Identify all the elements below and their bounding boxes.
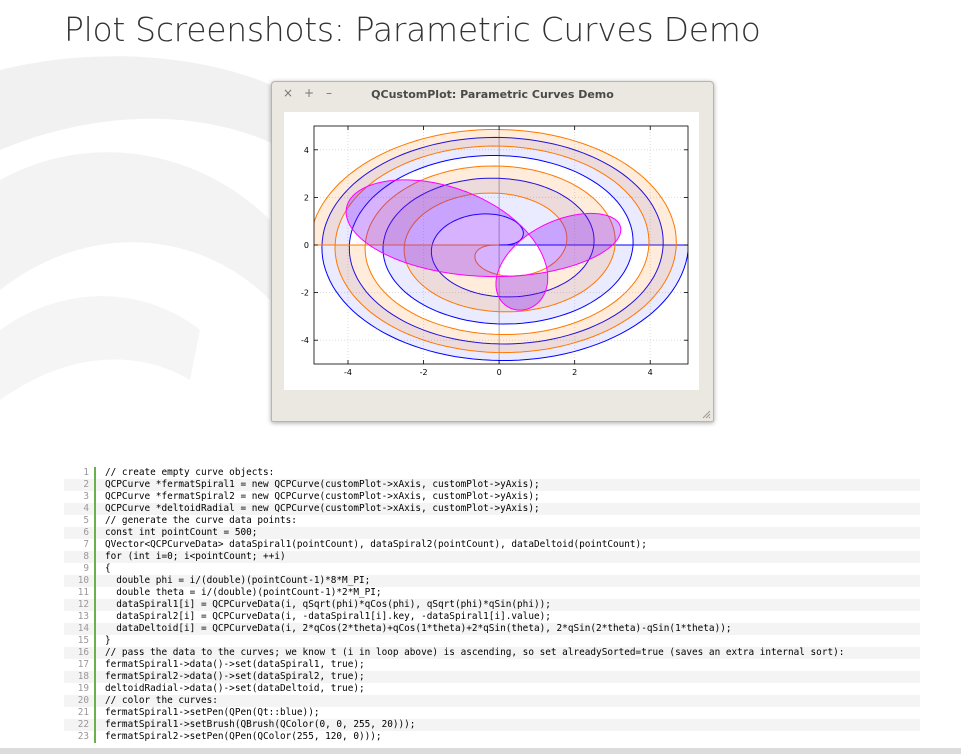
y-tick-label: 2 — [304, 193, 309, 202]
y-tick-label: -4 — [301, 336, 309, 345]
line-number: 15 — [77, 635, 89, 646]
code-line: 14 dataDeltoid[i] = QCPCurveData(i, 2*qC… — [64, 623, 920, 635]
code-line: 23 fermatSpiral2->setPen(QPen(QColor(255,… — [64, 731, 920, 743]
code-line: 17 fermatSpiral1->data()->set(dataSpiral1… — [64, 659, 920, 671]
code-line: 21 fermatSpiral1->setPen(QPen(Qt::blue)); — [64, 707, 920, 719]
line-number: 17 — [77, 659, 89, 670]
code-text: double phi = i/(double)(pointCount-1)*8*… — [105, 575, 371, 586]
x-tick-label: -2 — [420, 368, 428, 377]
line-number: 19 — [77, 683, 89, 694]
window-title: QCustomPlot: Parametric Curves Demo — [371, 88, 614, 101]
code-line: 5 // generate the curve data points: — [64, 515, 920, 527]
line-number: 14 — [77, 623, 89, 634]
code-text: fermatSpiral2->setPen(QPen(QColor(255, 1… — [105, 731, 382, 742]
code-text: const int pointCount = 500; — [105, 527, 258, 538]
code-text: for (int i=0; i<pointCount; ++i) — [105, 551, 286, 562]
code-line: 10 double phi = i/(double)(pointCount-1)… — [64, 575, 920, 587]
plot-area[interactable]: -4 -2 0 2 4 4 2 0 -2 -4 — [284, 112, 699, 390]
demo-window: × + – QCustomPlot: Parametric Curves Dem… — [271, 81, 714, 422]
code-text: { — [105, 563, 111, 574]
code-text: dataSpiral2[i] = QCPCurveData(i, -dataSp… — [105, 611, 551, 622]
code-text: // pass the data to the curves; we know … — [105, 647, 845, 658]
line-number: 13 — [77, 611, 89, 622]
code-text: QCPCurve *fermatSpiral1 = new QCPCurve(c… — [105, 479, 540, 490]
code-text: fermatSpiral1->setBrush(QBrush(QColor(0,… — [105, 719, 416, 730]
x-tick-label: -4 — [344, 368, 352, 377]
code-text: deltoidRadial->data()->set(dataDeltoid, … — [105, 683, 365, 694]
code-line: 11 double theta = i/(double)(pointCount-… — [64, 587, 920, 599]
code-text: } — [105, 635, 111, 646]
window-titlebar[interactable]: × + – QCustomPlot: Parametric Curves Dem… — [272, 82, 713, 106]
code-line: 20 // color the curves: — [64, 695, 920, 707]
x-tick-label: 2 — [572, 368, 577, 377]
code-text: double theta = i/(double)(pointCount-1)*… — [105, 587, 382, 598]
code-line: 22 fermatSpiral1->setBrush(QBrush(QColor(… — [64, 719, 920, 731]
x-tick-label: 4 — [648, 368, 653, 377]
code-text: dataSpiral1[i] = QCPCurveData(i, qSqrt(p… — [105, 599, 551, 610]
page-title: Plot Screenshots: Parametric Curves Demo — [64, 10, 761, 49]
y-tick-label: 4 — [304, 146, 309, 155]
code-text: fermatSpiral2->data()->set(dataSpiral2, … — [105, 671, 365, 682]
line-number: 1 — [83, 467, 89, 478]
code-line: 16 // pass the data to the curves; we kno… — [64, 647, 920, 659]
code-text: QCPCurve *deltoidRadial = new QCPCurve(c… — [105, 503, 540, 514]
line-number: 6 — [83, 527, 89, 538]
parametric-curves-plot: -4 -2 0 2 4 4 2 0 -2 -4 — [301, 125, 689, 377]
y-tick-label: -2 — [301, 289, 309, 298]
line-number: 3 — [83, 491, 89, 502]
line-number: 12 — [77, 599, 89, 610]
x-tick-label: 0 — [497, 368, 502, 377]
code-text: fermatSpiral1->data()->set(dataSpiral1, … — [105, 659, 365, 670]
line-number: 10 — [77, 575, 89, 586]
code-line: 6 const int pointCount = 500; — [64, 527, 920, 539]
code-text: // create empty curve objects: — [105, 467, 275, 478]
code-line: 19 deltoidRadial->data()->set(dataDeltoid… — [64, 683, 920, 695]
line-number: 8 — [83, 551, 89, 562]
code-text: fermatSpiral1->setPen(QPen(Qt::blue)); — [105, 707, 320, 718]
code-line: 8 for (int i=0; i<pointCount; ++i) — [64, 551, 920, 563]
y-tick-label: 0 — [304, 241, 309, 250]
code-text: dataDeltoid[i] = QCPCurveData(i, 2*qCos(… — [105, 623, 732, 634]
code-line: 1 // create empty curve objects: — [64, 467, 920, 479]
code-line: 4 QCPCurve *deltoidRadial = new QCPCurve(… — [64, 503, 920, 515]
code-text: // color the curves: — [105, 695, 218, 706]
code-text: QVector<QCPCurveData> dataSpiral1(pointC… — [105, 539, 647, 550]
line-number: 22 — [77, 719, 89, 730]
code-line: 2 QCPCurve *fermatSpiral1 = new QCPCurve(… — [64, 479, 920, 491]
code-line: 15} — [64, 635, 920, 647]
code-line: 7 QVector<QCPCurveData> dataSpiral1(point… — [64, 539, 920, 551]
line-number: 7 — [83, 539, 89, 550]
line-number: 5 — [83, 515, 89, 526]
line-number: 18 — [77, 671, 89, 682]
code-listing: 1 // create empty curve objects: 2 QCPCurve… — [64, 467, 920, 754]
bottom-scrollbar[interactable] — [0, 748, 961, 754]
resize-grip-icon[interactable] — [701, 409, 711, 419]
line-number: 4 — [83, 503, 89, 514]
code-line: 3 QCPCurve *fermatSpiral2 = new QCPCurve(… — [64, 491, 920, 503]
line-number: 23 — [77, 731, 89, 742]
code-text: QCPCurve *fermatSpiral2 = new QCPCurve(c… — [105, 491, 540, 502]
line-number: 11 — [77, 587, 89, 598]
line-number: 9 — [83, 563, 89, 574]
code-line: 18 fermatSpiral2->data()->set(dataSpiral2… — [64, 671, 920, 683]
line-number: 20 — [77, 695, 89, 706]
code-line: 12 dataSpiral1[i] = QCPCurveData(i, qSqr… — [64, 599, 920, 611]
code-text: // generate the curve data points: — [105, 515, 297, 526]
code-line: 13 dataSpiral2[i] = QCPCurveData(i, -dat… — [64, 611, 920, 623]
line-number: 16 — [77, 647, 89, 658]
line-number: 21 — [77, 707, 89, 718]
line-number: 2 — [83, 479, 89, 490]
code-line: 9{ — [64, 563, 920, 575]
